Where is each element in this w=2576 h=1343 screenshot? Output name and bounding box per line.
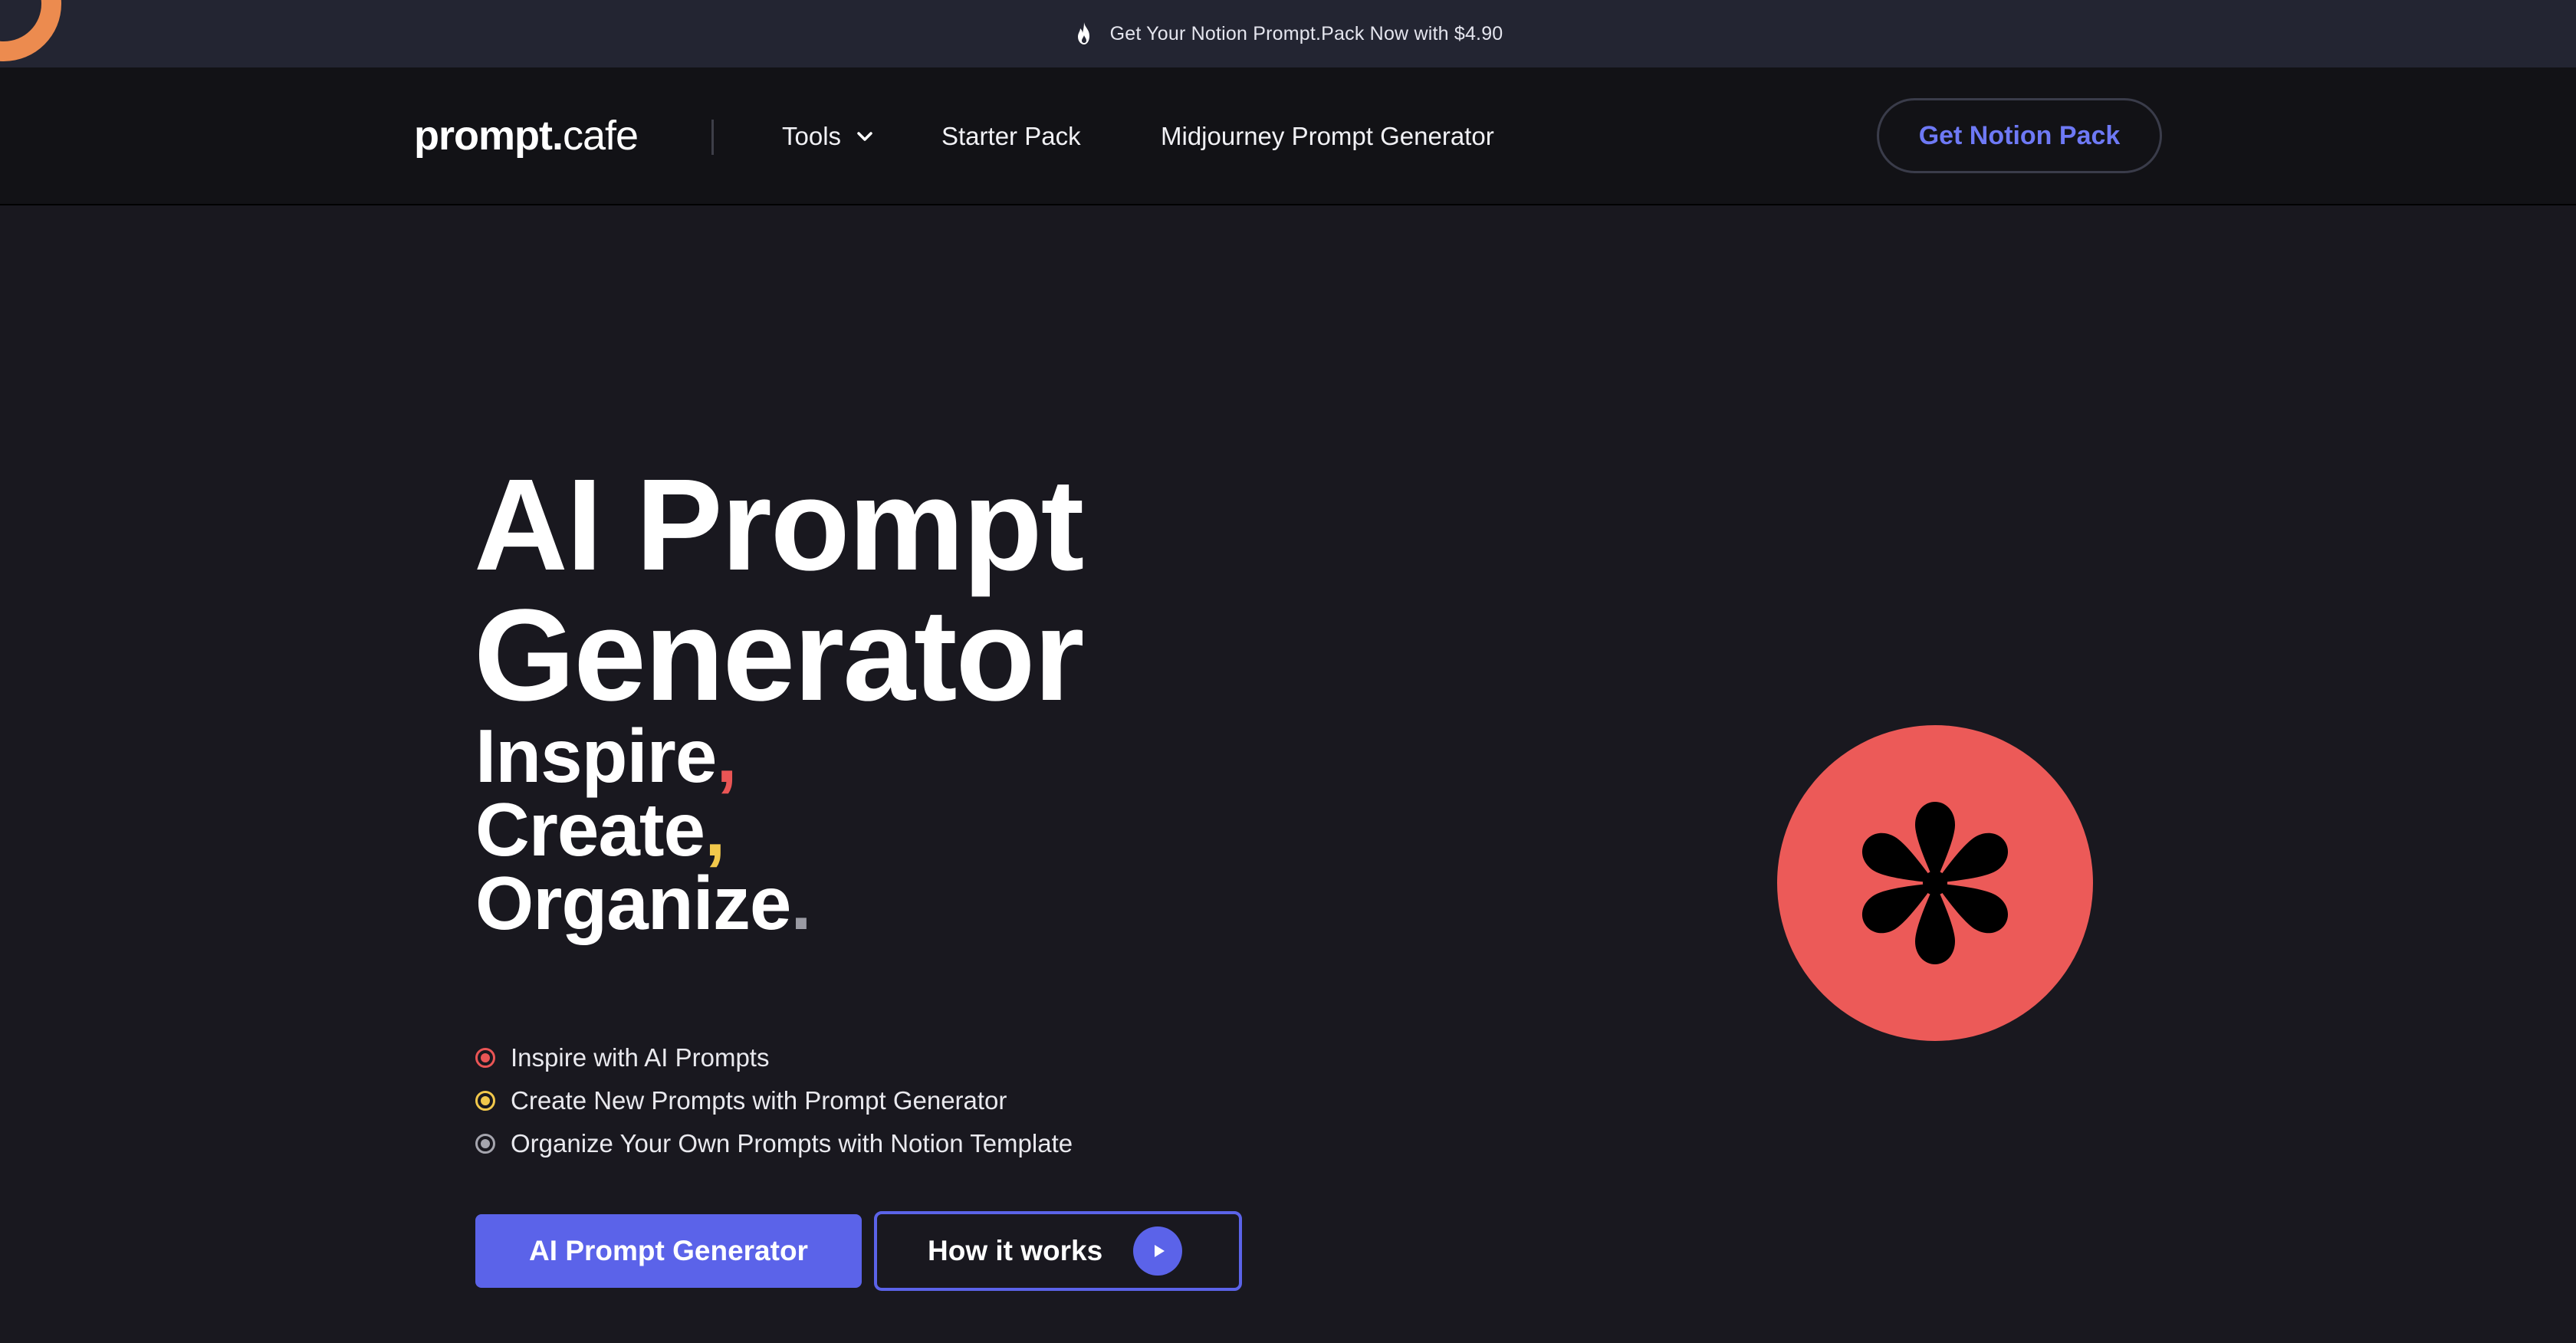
hero-tagline: Inspire, Create, Organize.: [475, 718, 812, 941]
nav-starter-pack-label: Starter Pack: [941, 122, 1081, 150]
hero-title-line-2: Generator: [474, 583, 1084, 728]
red-bullet-icon: [475, 1048, 495, 1068]
nav-midjourney-label: Midjourney Prompt Generator: [1161, 122, 1494, 150]
feature-item: Create New Prompts with Prompt Generator: [475, 1079, 1073, 1122]
nav-divider: [711, 120, 714, 155]
hero-title: AI Prompt Generator: [474, 452, 1084, 728]
logo-suffix: cafe: [562, 113, 639, 159]
tagline-create: Create,: [475, 792, 811, 867]
tagline-organize: Organize.: [475, 865, 812, 941]
fire-icon: [1077, 22, 1089, 44]
nav-tools-dropdown[interactable]: Tools: [782, 120, 873, 153]
feature-text: Inspire with AI Prompts: [511, 1043, 770, 1072]
hero-title-line-1: AI Prompt: [474, 452, 1084, 598]
how-it-works-button[interactable]: How it works: [874, 1211, 1242, 1291]
tagline-punct-yellow: ,: [705, 787, 725, 872]
feature-text: Organize Your Own Prompts with Notion Te…: [511, 1129, 1073, 1157]
tagline-inspire: Inspire,: [475, 718, 811, 793]
gray-bullet-icon: [475, 1134, 495, 1154]
nav-tools-label: Tools: [782, 122, 842, 150]
nav-midjourney-generator[interactable]: Midjourney Prompt Generator: [1161, 120, 1494, 153]
tagline-word: Inspire: [475, 714, 717, 798]
announcement-text: Get Your Notion Prompt.Pack Now with $4.…: [1109, 22, 1503, 44]
ai-prompt-generator-button[interactable]: AI Prompt Generator: [475, 1214, 862, 1288]
yellow-bullet-icon: [475, 1091, 495, 1111]
tagline-punct-gray: .: [790, 861, 811, 945]
feature-item: Inspire with AI Prompts: [475, 1036, 1073, 1079]
nav-starter-pack[interactable]: Starter Pack: [941, 120, 1081, 153]
tagline-word: Organize: [475, 861, 791, 945]
asterisk-logo-icon: [1777, 725, 2093, 1041]
feature-item: Organize Your Own Prompts with Notion Te…: [475, 1122, 1073, 1165]
feature-list: Inspire with AI Prompts Create New Promp…: [475, 1036, 1073, 1165]
announcement-bar[interactable]: Get Your Notion Prompt.Pack Now with $4.…: [0, 0, 2576, 67]
feature-text: Create New Prompts with Prompt Generator: [511, 1086, 1007, 1115]
get-notion-pack-button[interactable]: Get Notion Pack: [1877, 98, 2162, 173]
tagline-word: Create: [475, 787, 705, 872]
tagline-punct-red: ,: [716, 714, 737, 798]
logo-main: prompt: [414, 113, 553, 159]
logo[interactable]: prompt.cafe: [414, 112, 639, 159]
navbar: prompt.cafe Tools Starter Pack Midjourne…: [0, 67, 2576, 205]
how-it-works-label: How it works: [928, 1235, 1103, 1266]
logo-dot: .: [551, 113, 564, 159]
play-icon: [1133, 1226, 1183, 1276]
chevron-down-icon: [857, 132, 872, 141]
